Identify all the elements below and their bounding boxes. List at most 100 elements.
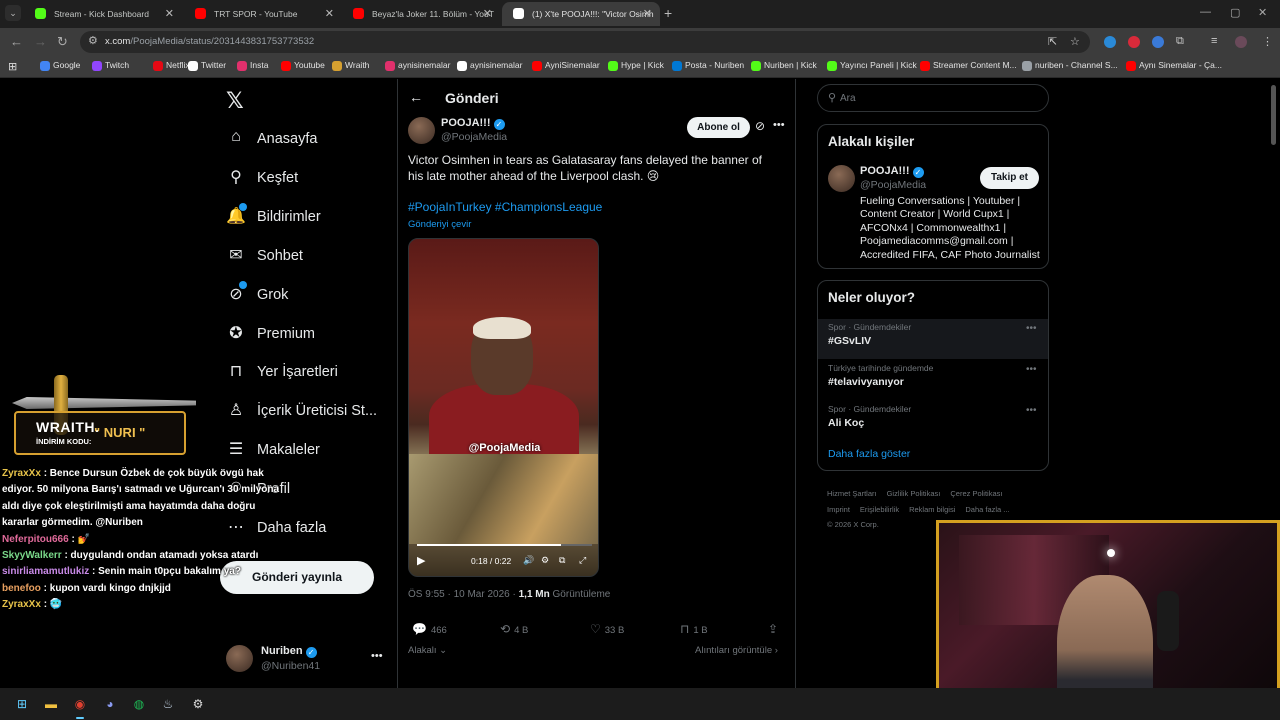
tab-x-post[interactable]: (1) X'te POOJA!!!: "Victor Osimh ✕ xyxy=(502,2,660,26)
profile-avatar-icon[interactable] xyxy=(1235,36,1247,48)
reply-button[interactable]: 💬 466 xyxy=(412,622,447,636)
new-tab-icon[interactable]: + xyxy=(664,5,672,21)
file-explorer-icon[interactable]: ▬ xyxy=(41,694,61,714)
tab-beyazla-joker[interactable]: Beyaz'la Joker 11. Bölüm - YouT ✕ xyxy=(342,2,500,26)
minimize-icon[interactable]: — xyxy=(1200,6,1211,18)
author-handle[interactable]: @PoojaMedia xyxy=(441,131,507,143)
bookmark-item[interactable]: nuriben - Channel S... xyxy=(1022,60,1118,71)
app-icon[interactable]: ⚙ xyxy=(188,694,208,714)
tab-trt-spor[interactable]: TRT SPOR - YouTube ✕ xyxy=(184,2,342,26)
reload-icon[interactable]: ↻ xyxy=(57,34,68,50)
spotify-icon[interactable]: ◍ xyxy=(129,694,149,714)
pip-icon[interactable]: ⧉ xyxy=(559,555,565,566)
bookmark-item[interactable]: Twitter xyxy=(188,60,226,71)
footer-link[interactable]: Erişilebilirlik xyxy=(860,505,899,514)
footer-link[interactable]: Imprint xyxy=(827,505,850,514)
install-icon[interactable]: ⇱ xyxy=(1048,35,1057,48)
related-person-handle[interactable]: @PoojaMedia xyxy=(860,179,926,191)
close-window-icon[interactable]: ✕ xyxy=(1258,6,1267,19)
x-logo-icon[interactable]: 𝕏 xyxy=(226,89,244,114)
tab-kick-dashboard[interactable]: Stream - Kick Dashboard ✕ xyxy=(24,2,182,26)
bookmark-item[interactable]: aynisinemalar xyxy=(457,60,522,71)
restore-icon[interactable]: ▢ xyxy=(1230,6,1240,19)
footer-link[interactable]: Daha fazla ... xyxy=(965,505,1009,514)
extension-icon[interactable] xyxy=(1128,36,1140,48)
forward-icon[interactable]: → xyxy=(34,34,47,49)
vpn-shield-icon[interactable] xyxy=(1152,36,1164,48)
show-more-link[interactable]: Daha fazla göster xyxy=(828,448,910,460)
trend-item[interactable]: Spor · Gündemdekiler Ali Koç ••• xyxy=(818,401,1048,441)
share-button[interactable]: ⇪ xyxy=(768,622,782,636)
quotes-link[interactable]: Alıntıları görüntüle › xyxy=(695,645,778,656)
repost-button[interactable]: ⟲ 4 B xyxy=(500,622,528,636)
tab-search-icon[interactable]: ⌄ xyxy=(5,5,21,21)
grok-explain-icon[interactable]: ⊘ xyxy=(755,119,765,133)
post-timestamp[interactable]: ÖS 9:55 · 10 Mar 2026 · xyxy=(408,589,519,600)
puzzle-icon[interactable]: ⧉ xyxy=(1176,35,1184,48)
more-icon[interactable]: ••• xyxy=(371,650,383,662)
more-icon[interactable]: ••• xyxy=(1026,323,1037,334)
bookmark-button[interactable]: ⊓ 1 B xyxy=(680,622,708,636)
back-icon[interactable]: ← xyxy=(10,34,23,49)
footer-link[interactable]: Reklam bilgisi xyxy=(909,505,955,514)
chrome-icon[interactable]: ◉ xyxy=(70,694,90,719)
related-dropdown[interactable]: Alakalı ⌄ xyxy=(408,645,447,656)
discord-icon[interactable]: ◕ xyxy=(100,694,120,714)
translate-link[interactable]: Gönderiyi çevir xyxy=(408,219,471,230)
close-icon[interactable]: ✕ xyxy=(165,2,174,26)
close-icon[interactable]: ✕ xyxy=(483,2,492,26)
more-icon[interactable]: ••• xyxy=(773,119,785,131)
apps-grid-icon[interactable]: ⊞ xyxy=(8,60,17,73)
settings-icon[interactable]: ⚙ xyxy=(541,555,549,566)
kebab-menu-icon[interactable]: ⋮ xyxy=(1262,35,1273,48)
footer-link[interactable]: Çerez Politikası xyxy=(950,489,1002,498)
bookmark-item[interactable]: Hype | Kick xyxy=(608,60,664,71)
video-player[interactable]: @PoojaMedia ▶ 0:18 / 0:22 🔊 ⚙ ⧉ ⤢ xyxy=(408,238,599,577)
more-icon[interactable]: ••• xyxy=(1026,364,1037,375)
fullscreen-icon[interactable]: ⤢ xyxy=(579,555,586,566)
related-person-name[interactable]: POOJA!!! ✓ xyxy=(860,165,924,178)
avatar[interactable] xyxy=(828,165,855,192)
scrollbar[interactable] xyxy=(1271,85,1276,145)
windows-start-icon[interactable]: ⊞ xyxy=(12,694,32,714)
bookmark-item[interactable]: Youtube xyxy=(281,60,325,71)
close-icon[interactable]: ✕ xyxy=(325,2,334,26)
trend-item[interactable]: Türkiye tarihinde gündemde #telavivyanıy… xyxy=(818,360,1048,400)
account-switcher[interactable]: Nuriben ✓ @Nuriben41 ••• xyxy=(226,642,386,678)
bookmark-item[interactable]: aynisinemalar xyxy=(385,60,450,71)
media-icon[interactable]: ≡ xyxy=(1211,35,1217,47)
play-icon[interactable]: ▶ xyxy=(417,554,425,567)
bookmark-item[interactable]: Posta - Nuriben xyxy=(672,60,744,71)
footer-link[interactable]: Gizlilik Politikası xyxy=(887,489,941,498)
author-avatar[interactable] xyxy=(408,117,435,144)
hashtags[interactable]: #PoojaInTurkey #ChampionsLeague xyxy=(408,200,602,214)
extension-icon[interactable] xyxy=(1104,36,1116,48)
footer-link[interactable]: © 2026 X Corp. xyxy=(827,520,879,529)
bookmark-item[interactable]: Insta xyxy=(237,60,268,71)
star-icon[interactable]: ☆ xyxy=(1070,35,1080,48)
bookmark-item[interactable]: Google xyxy=(40,60,80,71)
close-icon[interactable]: ✕ xyxy=(643,2,652,26)
bookmark-item[interactable]: Aynı Sinemalar - Ça... xyxy=(1126,60,1222,71)
volume-icon[interactable]: 🔊 xyxy=(523,555,534,566)
omnibox[interactable]: ⚙ x.com/PoojaMedia/status/20314438317537… xyxy=(80,31,1090,53)
steam-icon[interactable]: ♨ xyxy=(158,694,178,714)
bookmark-item[interactable]: Wraith xyxy=(332,60,369,71)
bookmark-item[interactable]: Nuriben | Kick xyxy=(751,60,817,71)
bookmark-item[interactable]: Netflix xyxy=(153,60,190,71)
more-icon[interactable]: ••• xyxy=(1026,405,1037,416)
subscribe-button[interactable]: Abone ol xyxy=(687,117,750,138)
like-button[interactable]: ♡ 33 B xyxy=(590,622,624,636)
bookmark-item[interactable]: AyniSinemalar xyxy=(532,60,600,71)
bookmark-item[interactable]: Twitch xyxy=(92,60,129,71)
bookmark-item[interactable]: Streamer Content M... xyxy=(920,60,1017,71)
bookmark-item[interactable]: Yayıncı Paneli | Kick xyxy=(827,60,917,71)
footer-link[interactable]: Hizmet Şartları xyxy=(827,489,877,498)
site-info-icon[interactable]: ⚙ xyxy=(88,34,98,47)
video-progress[interactable] xyxy=(417,544,592,546)
back-arrow-icon[interactable]: ← xyxy=(409,89,423,105)
author-name[interactable]: POOJA!!! ✓ xyxy=(441,117,505,130)
search-input[interactable]: ⚲ Ara xyxy=(817,84,1049,112)
trend-item[interactable]: Spor · Gündemdekiler #GSvLIV ••• xyxy=(818,319,1048,359)
follow-button[interactable]: Takip et xyxy=(980,167,1039,189)
